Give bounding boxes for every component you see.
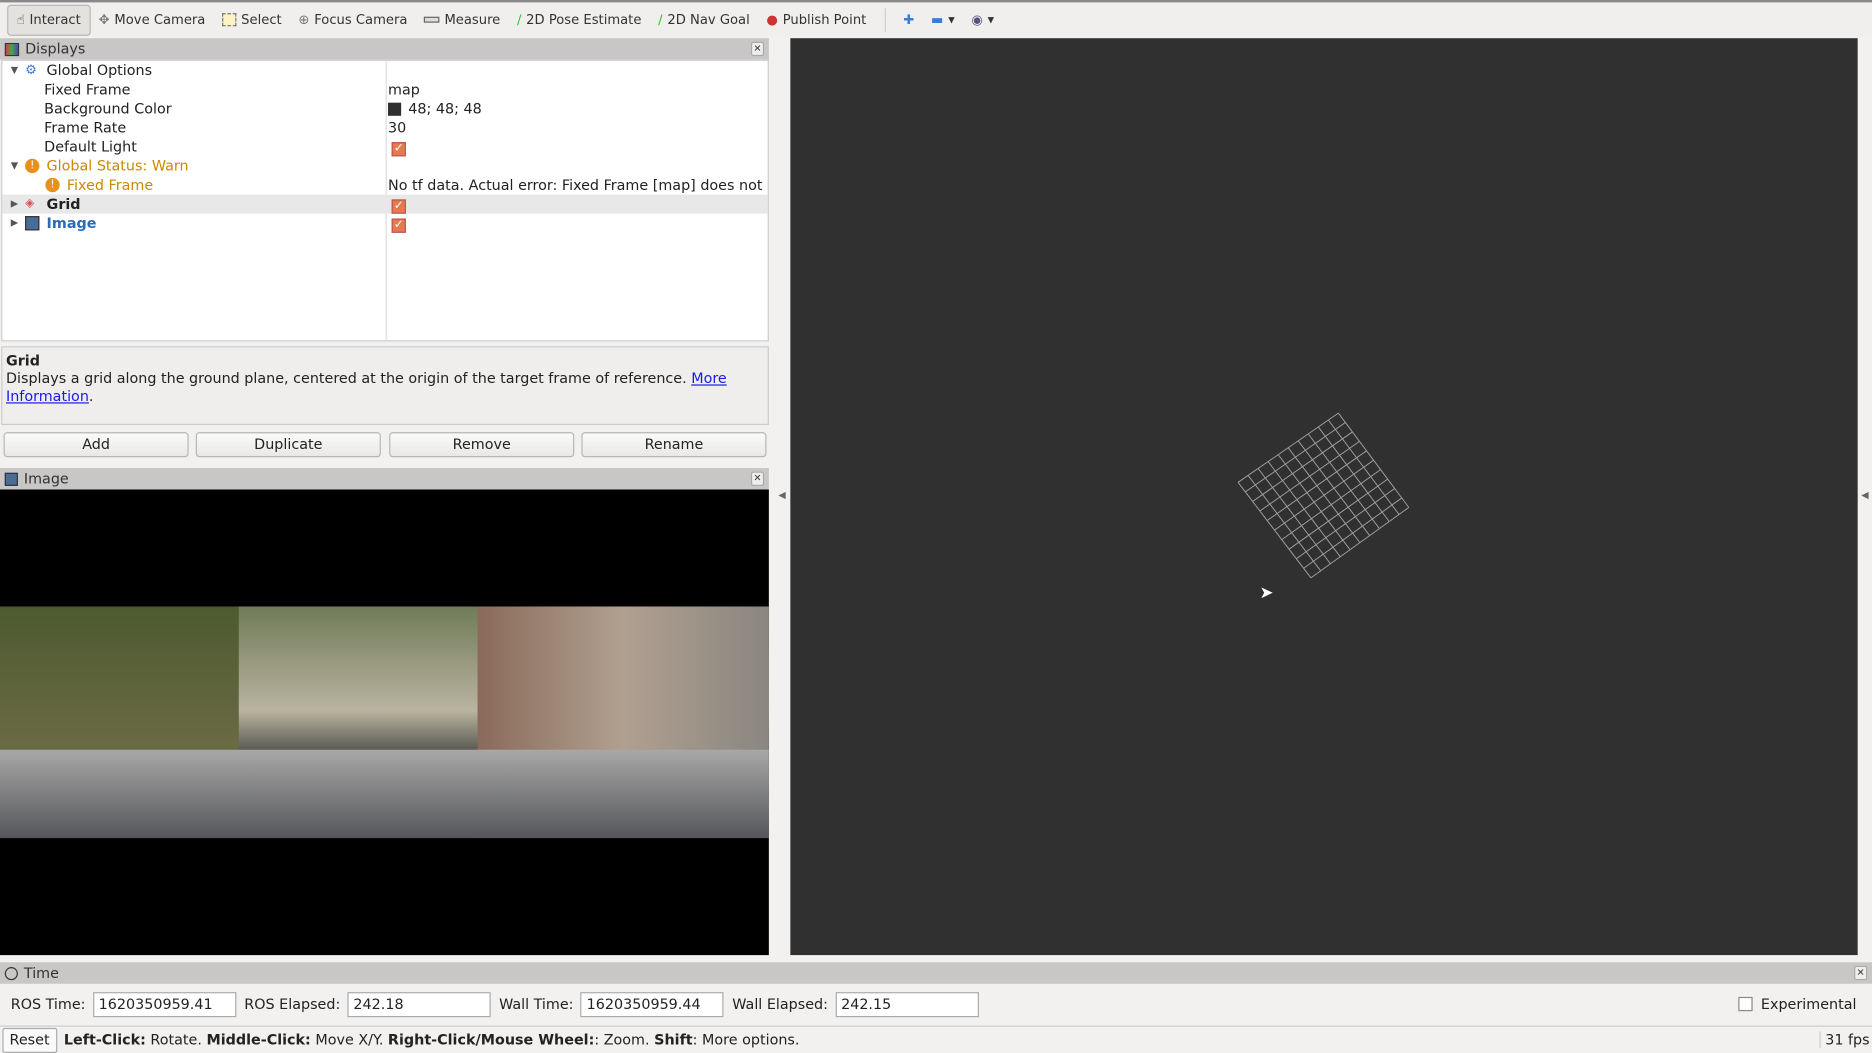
grid-line (1317, 426, 1390, 522)
close-icon[interactable]: ✕ (750, 471, 765, 486)
camera-image (0, 606, 769, 839)
wall-time-field[interactable]: 1620350959.44 (580, 991, 724, 1017)
grid-render (1237, 412, 1410, 579)
plus-icon: ✚ (903, 11, 915, 28)
close-icon[interactable]: ✕ (750, 41, 765, 57)
grid-line (1307, 433, 1380, 529)
select-icon (222, 13, 237, 27)
remove-tool-button[interactable]: ▬ ▼ (923, 4, 963, 35)
ros-time-field[interactable]: 1620350959.41 (92, 991, 236, 1017)
grid-line (1303, 497, 1403, 569)
expand-arrow-icon[interactable]: ▼ (11, 156, 18, 175)
tree-item-background-color[interactable]: Background Color 48; 48; 48 (2, 99, 767, 118)
tool-2d-pose-estimate[interactable]: ∕ 2D Pose Estimate (509, 4, 650, 35)
eye-icon: ◉ (971, 11, 983, 28)
view-button[interactable]: ◉ ▼ (963, 4, 1002, 35)
close-icon[interactable]: ✕ (1854, 965, 1868, 981)
tool-2d-nav-goal[interactable]: ∕ 2D Nav Goal (650, 4, 758, 35)
status-bar: Reset Left-Click: Rotate. Middle-Click: … (0, 1025, 1872, 1053)
grid-line (1327, 419, 1400, 515)
move-camera-icon: ✥ (98, 11, 110, 28)
tool-measure[interactable]: Measure (416, 4, 509, 35)
grid-line (1296, 488, 1395, 560)
green-arrow-icon: ∕ (658, 11, 663, 28)
fixed-frame-value[interactable]: map (388, 80, 420, 99)
color-swatch[interactable] (388, 102, 402, 116)
rename-button[interactable]: Rename (581, 432, 767, 458)
frame-rate-value[interactable]: 30 (388, 118, 406, 137)
grid-line (1237, 482, 1312, 579)
image-panel-header: Image ✕ (0, 468, 769, 490)
image-icon (25, 216, 40, 231)
expand-arrow-icon[interactable]: ▶ (11, 195, 18, 214)
grid-icon: ◈ (25, 196, 35, 211)
tool-select[interactable]: Select (214, 4, 290, 35)
image-view (0, 489, 769, 956)
grid-line (1288, 478, 1388, 550)
tree-item-grid[interactable]: ▶ ◈ Grid ✓ (2, 194, 768, 214)
expand-arrow-icon[interactable]: ▼ (11, 61, 18, 80)
splitter-handle[interactable]: ◀ (1861, 489, 1868, 500)
grid-line (1297, 440, 1371, 536)
time-panel: ROS Time: 1620350959.41 ROS Elapsed: 242.1… (0, 986, 1872, 1022)
chevron-down-icon: ▼ (948, 14, 955, 25)
splitter-handle[interactable]: ◀ (778, 489, 785, 500)
divider (884, 7, 886, 32)
duplicate-button[interactable]: Duplicate (195, 432, 381, 458)
monitor-icon (4, 42, 20, 56)
mouse-cursor-icon: ➤ (1259, 583, 1274, 603)
time-panel-header: Time ✕ (0, 962, 1872, 984)
tool-interact[interactable]: ☝ Interact (7, 4, 91, 36)
tree-item-global-status[interactable]: ▼! Global Status: Warn (2, 156, 767, 175)
tree-item-global-options[interactable]: ▼ ⚙ Global Options (2, 61, 767, 80)
3d-viewport[interactable]: ➤ (790, 38, 1858, 956)
tree-item-frame-rate[interactable]: Frame Rate 30 (2, 118, 767, 137)
toolbar: ☝ Interact ✥ Move Camera Select ⊕ Focus Cam… (0, 0, 1872, 38)
grid-line (1337, 412, 1410, 508)
image-checkbox[interactable]: ✓ (391, 218, 406, 233)
displays-tree: ▼ ⚙ Global Options Fixed Frame map Backgrou… (1, 59, 769, 342)
add-tool-button[interactable]: ✚ (895, 4, 923, 35)
experimental-checkbox[interactable] (1738, 996, 1753, 1012)
green-arrow-icon: ∕ (516, 11, 522, 28)
displays-panel-header: Displays ✕ (0, 38, 769, 60)
chevron-down-icon: ▼ (987, 14, 995, 25)
tree-item-image[interactable]: ▶ Image ✓ (2, 214, 767, 233)
image-icon (4, 472, 18, 486)
wall-elapsed-field[interactable]: 242.15 (835, 991, 979, 1017)
gear-icon: ⚙ (25, 62, 37, 78)
ros-elapsed-field[interactable]: 242.18 (347, 991, 491, 1017)
minus-icon: ▬ (931, 11, 944, 28)
display-description: Grid Displays a grid along the ground pl… (1, 346, 769, 426)
map-pin-icon: ● (766, 11, 778, 28)
expand-arrow-icon[interactable]: ▶ (11, 214, 18, 233)
default-light-checkbox[interactable]: ✓ (391, 142, 406, 157)
tool-publish-point[interactable]: ● Publish Point (758, 4, 875, 35)
grid-line (1274, 459, 1374, 531)
grid-checkbox[interactable]: ✓ (391, 199, 406, 214)
reset-button[interactable]: Reset (2, 1027, 57, 1053)
focus-camera-icon: ⊕ (298, 11, 310, 28)
add-button[interactable]: Add (3, 432, 189, 458)
tree-item-default-light[interactable]: Default Light ✓ (2, 137, 767, 157)
tool-focus-camera[interactable]: ⊕ Focus Camera (290, 4, 416, 35)
fps-readout: 31 fps (1819, 1031, 1872, 1049)
tree-item-status-fixed-frame[interactable]: ! Fixed Frame No tf data. Actual error: Fi… (2, 176, 767, 213)
grid-line (1281, 469, 1381, 541)
tree-item-fixed-frame[interactable]: Fixed Frame map (2, 80, 767, 99)
tool-move-camera[interactable]: ✥ Move Camera (90, 4, 213, 35)
clock-icon (4, 966, 18, 980)
remove-button[interactable]: Remove (389, 432, 575, 458)
warning-icon: ! (45, 177, 60, 193)
ruler-icon (424, 16, 440, 23)
warning-icon: ! (25, 158, 40, 174)
hand-icon: ☝ (16, 11, 25, 28)
